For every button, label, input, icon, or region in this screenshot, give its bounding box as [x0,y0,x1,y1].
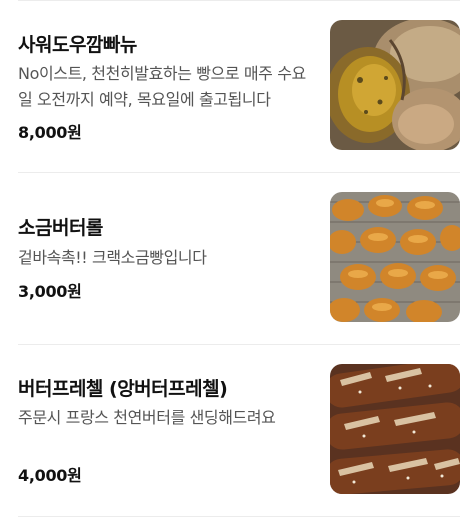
item-description: 겉바속촉!! 크랙소금빵입니다 [18,248,207,267]
butter-pretzel-photo [330,364,460,494]
item-name: 사워도우깜빠뉴 [18,34,137,56]
menu-item-sourdough[interactable]: 사워도우깜빠뉴 No이스트, 천천히발효하는 빵으로 매주 수요일 오전까지 예… [0,0,471,172]
menu-item-butter-pretzel[interactable]: 버터프레첼 (앙버터프레첼) 주문시 프랑스 천연버터를 샌딩해드려요 4,00… [0,344,471,516]
item-name: 소금버터롤 [18,217,103,239]
item-name: 버터프레첼 (앙버터프레첼) [18,378,228,400]
divider [18,516,460,517]
salt-butter-roll-photo [330,192,460,322]
item-price: 4,000원 [18,466,82,485]
item-description: No이스트, 천천히발효하는 빵으로 매주 수요일 오전까지 예약, 목요일에 … [18,64,306,109]
menu-item-salt-butter-roll[interactable]: 소금버터롤 겉바속촉!! 크랙소금빵입니다 3,000원 [0,172,471,344]
menu-list: 사워도우깜빠뉴 No이스트, 천천히발효하는 빵으로 매주 수요일 오전까지 예… [0,0,471,525]
item-price: 8,000원 [18,123,82,142]
sourdough-campagne-photo [330,20,460,150]
item-price: 3,000원 [18,282,82,301]
item-description: 주문시 프랑스 천연버터를 샌딩해드려요 [18,408,276,427]
